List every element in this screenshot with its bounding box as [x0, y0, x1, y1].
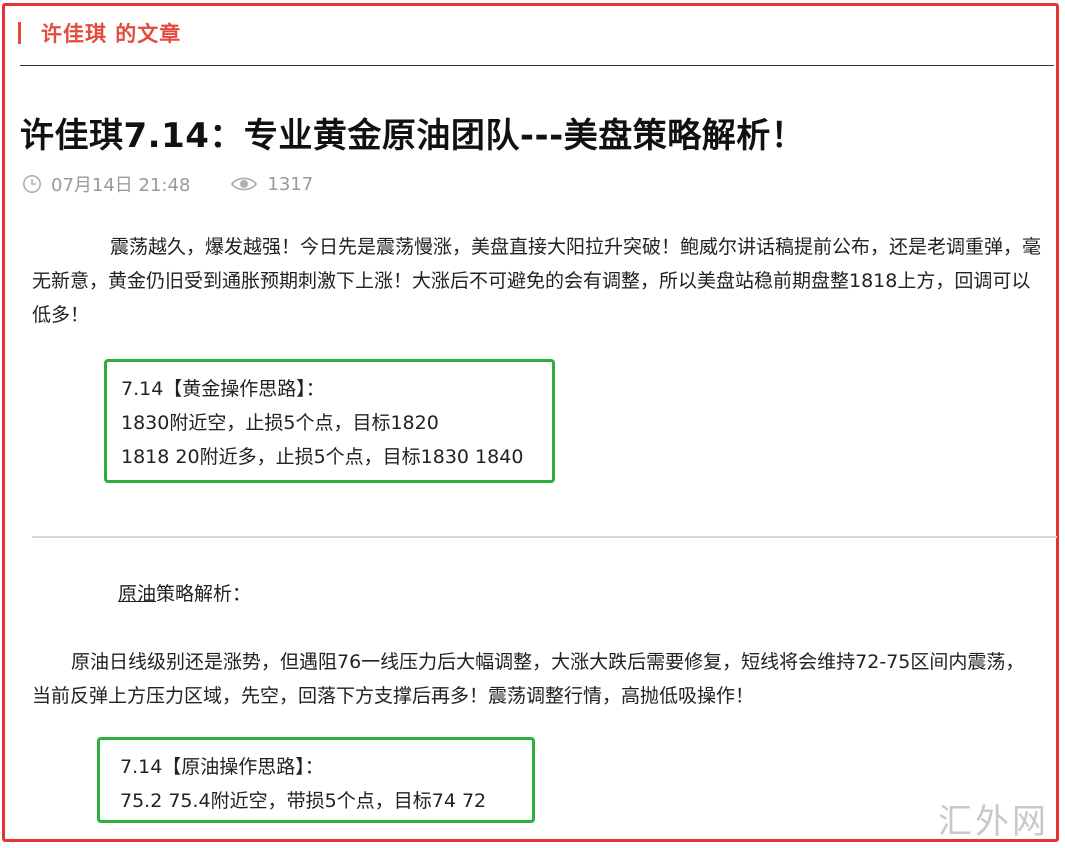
oil-heading-text: 策略解析： — [156, 583, 252, 605]
view-count: 1317 — [267, 173, 314, 195]
gold-box-title: 7.14【黄金操作思路】： — [121, 378, 325, 400]
gold-strategy-box: 7.14【黄金操作思路】： 1830附近空，止损5个点，目标1820 1818 … — [104, 359, 555, 483]
intro-paragraph: 震荡越久，爆发越强！今日先是震荡慢涨，美盘直接大阳拉升突破！鲍威尔讲话稿提前公布… — [32, 236, 1042, 326]
header-divider — [20, 65, 1054, 66]
oil-paragraph: 原油日线级别还是涨势，但遇阻76一线压力后大幅调整，大涨大跌后需要修复，短线将会… — [32, 651, 1025, 707]
section-accent-bar — [18, 22, 21, 44]
article-meta: 07月14日 21:48 1317 — [22, 171, 313, 197]
oil-box-line-1: 75.2 75.4附近空，带损5个点，目标74 72 — [120, 790, 487, 812]
article-views: 1317 — [230, 174, 313, 195]
gold-box-line-1: 1830附近空，止损5个点，目标1820 — [121, 412, 439, 434]
gold-box-line-2: 1818 20附近多，止损5个点，目标1830 1840 — [121, 446, 524, 468]
eye-icon — [231, 177, 258, 191]
section-divider — [32, 536, 1057, 538]
oil-heading: 原油策略解析： — [118, 577, 251, 611]
section-header: 许佳琪 的文章 — [18, 18, 181, 48]
site-watermark: 汇外网 — [938, 802, 1049, 842]
oil-strategy-box: 7.14【原油操作思路】： 75.2 75.4附近空，带损5个点，目标74 72 — [97, 737, 535, 823]
section-title: 许佳琪 的文章 — [41, 18, 181, 48]
author-name[interactable]: 许佳琪 — [41, 22, 107, 46]
article-date: 07月14日 21:48 — [51, 175, 191, 196]
oil-link[interactable]: 原油 — [118, 583, 156, 605]
oil-box-title: 7.14【原油操作思路】： — [120, 756, 324, 778]
section-title-suffix: 的文章 — [107, 22, 182, 46]
article-title: 许佳琪7.14：专业黄金原油团队---美盘策略解析！ — [20, 116, 806, 156]
clock-icon — [23, 175, 41, 193]
